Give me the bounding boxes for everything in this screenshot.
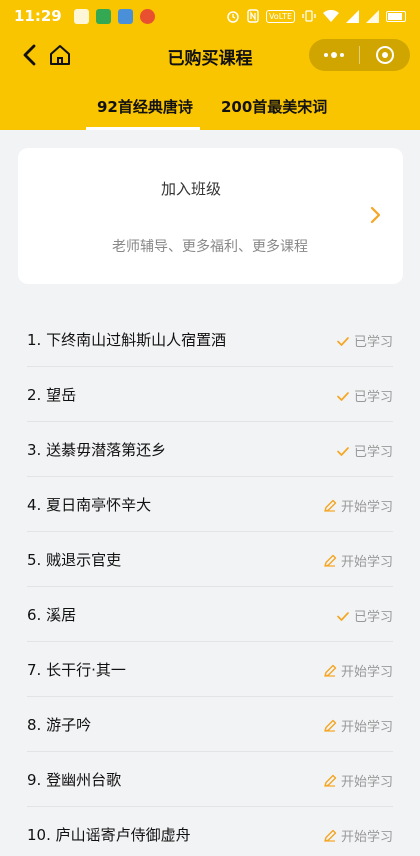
signal-icon [346, 9, 359, 23]
join-class-subtitle: 老师辅导、更多福利、更多课程 [112, 239, 308, 255]
pencil-icon [323, 499, 337, 513]
join-class-title: 加入班级 [160, 180, 221, 198]
course-status-label: 开始学习 [340, 555, 393, 570]
course-row[interactable]: 7. 长干行·其一 开始学习 [27, 642, 393, 697]
mini-program-capsule [309, 39, 410, 71]
check-icon [336, 334, 350, 348]
course-title: 5. 贼退示官吏 [27, 551, 122, 569]
course-status-label: 开始学习 [340, 665, 393, 680]
tab-song-ci[interactable]: 200首最美宋词 [221, 96, 327, 117]
course-title: 6. 溪居 [27, 606, 77, 624]
check-icon [336, 389, 350, 403]
more-dots-icon [324, 52, 344, 58]
course-status: 开始学习 [323, 771, 393, 790]
course-list: 1. 下终南山过斛斯山人宿置酒 已学习 2. 望岳 已学习 3. 送綦毋潜落第还乡 已学习… [0, 312, 420, 856]
course-status-label: 开始学习 [340, 775, 393, 790]
pencil-icon [323, 554, 337, 568]
course-title: 8. 游子吟 [27, 716, 92, 734]
course-status: 开始学习 [323, 661, 393, 680]
course-status-label: 开始学习 [340, 720, 393, 735]
wifi-icon [323, 9, 339, 22]
check-icon [336, 444, 350, 458]
close-ring-icon [376, 46, 394, 64]
join-class-card[interactable]: 加入班级 老师辅导、更多福利、更多课程 [18, 148, 403, 284]
pencil-icon [323, 664, 337, 678]
course-title: 9. 登幽州台歌 [27, 771, 122, 789]
status-bar: 11:29 VoLTE [0, 0, 420, 32]
course-status: 已学习 [336, 386, 393, 405]
battery-icon [386, 10, 406, 22]
pencil-icon [323, 774, 337, 788]
course-status-label: 已学习 [353, 335, 393, 350]
course-row[interactable]: 1. 下终南山过斛斯山人宿置酒 已学习 [27, 312, 393, 367]
check-icon [336, 609, 350, 623]
pencil-icon [323, 829, 337, 843]
active-tab-indicator [86, 127, 200, 130]
course-status: 开始学习 [323, 716, 393, 735]
course-row[interactable]: 9. 登幽州台歌 开始学习 [27, 752, 393, 807]
course-tabs: 92首经典唐诗 200首最美宋词 [0, 84, 420, 130]
more-button[interactable] [309, 39, 359, 71]
status-right: VoLTE [226, 9, 406, 23]
course-status: 已学习 [336, 606, 393, 625]
close-mini-program-button[interactable] [360, 39, 410, 71]
course-row[interactable]: 2. 望岳 已学习 [27, 367, 393, 422]
pencil-icon [323, 719, 337, 733]
course-row[interactable]: 4. 夏日南亭怀辛大 开始学习 [27, 477, 393, 532]
course-status-label: 已学习 [353, 610, 393, 625]
course-title: 1. 下终南山过斛斯山人宿置酒 [27, 331, 227, 349]
course-title: 10. 庐山谣寄卢侍御虚舟 [27, 826, 191, 844]
course-status: 已学习 [336, 331, 393, 350]
course-status: 开始学习 [323, 496, 393, 515]
tab-tang-poems[interactable]: 92首经典唐诗 [97, 96, 193, 117]
course-status-label: 开始学习 [340, 500, 393, 515]
taobao-icon [139, 8, 155, 24]
excel-icon [95, 8, 111, 24]
vibrate-icon [302, 10, 316, 22]
course-row[interactable]: 6. 溪居 已学习 [27, 587, 393, 642]
course-row[interactable]: 3. 送綦毋潜落第还乡 已学习 [27, 422, 393, 477]
message-icon [73, 8, 89, 24]
course-status-label: 已学习 [353, 445, 393, 460]
nav-bar: 已购买课程 [0, 32, 420, 78]
signal-2-icon [366, 9, 379, 23]
course-status-label: 已学习 [353, 390, 393, 405]
course-status-label: 开始学习 [340, 830, 393, 845]
course-status: 开始学习 [323, 826, 393, 845]
chevron-right-icon [370, 206, 381, 224]
course-title: 2. 望岳 [27, 386, 77, 404]
course-row[interactable]: 8. 游子吟 开始学习 [27, 697, 393, 752]
alarm-icon [227, 11, 239, 23]
status-time: 11:29 [14, 7, 62, 25]
course-title: 3. 送綦毋潜落第还乡 [27, 441, 167, 459]
course-title: 7. 长干行·其一 [27, 661, 126, 679]
course-row[interactable]: 10. 庐山谣寄卢侍御虚舟 开始学习 [27, 807, 393, 856]
nfc-icon [247, 9, 259, 23]
network-badge: VoLTE [265, 9, 295, 23]
course-title: 4. 夏日南亭怀辛大 [27, 496, 152, 514]
app-icon [117, 8, 133, 24]
course-status: 已学习 [336, 441, 393, 460]
course-status: 开始学习 [323, 551, 393, 570]
course-row[interactable]: 5. 贼退示官吏 开始学习 [27, 532, 393, 587]
